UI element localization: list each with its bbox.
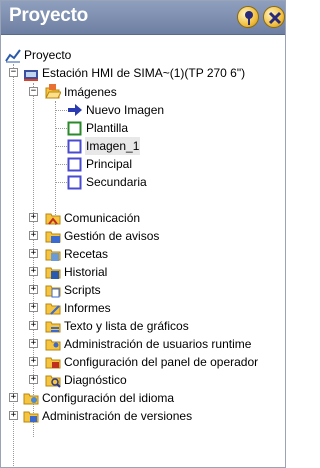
tree-item-historial[interactable]: + Historial [1, 263, 285, 281]
tree-item-plantilla[interactable]: Plantilla [1, 119, 285, 137]
tree-item-admin-usuarios[interactable]: + Administración de usuarios runtime [1, 335, 285, 353]
expand-toggle[interactable]: + [29, 213, 38, 222]
tree-item-nueva-imagen[interactable]: Nuevo Imagen [1, 101, 285, 119]
expand-toggle[interactable]: + [9, 411, 18, 420]
tree-item-config-idioma[interactable]: + Configuración del idioma [1, 389, 285, 407]
expand-toggle[interactable]: + [29, 249, 38, 258]
historical-folder-icon [45, 267, 61, 279]
expand-toggle[interactable]: + [29, 321, 38, 330]
tree-item-gestion-avisos[interactable]: + Gestión de avisos [1, 227, 285, 245]
scripts-folder-icon [45, 285, 61, 298]
panel-title: Proyecto [9, 5, 88, 26]
expand-toggle[interactable]: + [29, 303, 38, 312]
collapse-toggle[interactable]: − [29, 87, 38, 96]
pin-button[interactable] [237, 6, 259, 28]
project-tree: Proyecto − Estación HMI de SIMA~(1)(TP 2… [1, 34, 285, 467]
expand-toggle[interactable]: + [29, 339, 38, 348]
language-folder-icon [23, 393, 39, 405]
project-panel: Proyecto Proyecto − Estación HMI de SIMA… [0, 0, 286, 468]
users-folder-icon [45, 339, 61, 351]
tree-item-diagnostico[interactable]: + Diagnóstico [1, 371, 285, 389]
tree-item-proyecto[interactable]: Proyecto [1, 46, 285, 64]
collapse-toggle[interactable]: − [9, 68, 18, 77]
alarms-folder-icon [45, 231, 61, 243]
panel-config-folder-icon [45, 357, 61, 369]
tree-item-informes[interactable]: + Informes [1, 299, 285, 317]
expand-toggle[interactable]: + [29, 357, 38, 366]
tree-item-recetas[interactable]: + Recetas [1, 245, 285, 263]
tree-item-secundaria[interactable]: Secundaria [1, 173, 285, 191]
communication-folder-icon [45, 213, 61, 225]
tree-item-config-panel[interactable]: + Configuración del panel de operador [1, 353, 285, 371]
expand-toggle[interactable]: + [29, 375, 38, 384]
screen-icon [67, 139, 82, 154]
tree-item-admin-versiones[interactable]: + Administración de versiones [1, 407, 285, 425]
tree-item-textos-graficos[interactable]: + Texto y lista de gráficos [1, 317, 285, 335]
tree-item-imagen-1[interactable]: Imagen_1 [1, 137, 285, 155]
screen-icon [67, 157, 82, 172]
tree-item-scripts[interactable]: + Scripts [1, 281, 285, 299]
project-icon [5, 49, 21, 63]
close-icon [268, 11, 282, 25]
new-image-arrow-icon [68, 104, 82, 116]
versions-folder-icon [23, 411, 39, 423]
diagnostics-folder-icon [45, 375, 61, 388]
expand-toggle[interactable]: + [29, 267, 38, 276]
tree-item-imagenes[interactable]: − Imágenes [1, 83, 285, 101]
text-graphics-folder-icon [45, 321, 61, 333]
title-bar: Proyecto [1, 1, 285, 35]
expand-toggle[interactable]: + [29, 231, 38, 240]
recipes-folder-icon [45, 249, 61, 261]
open-folder-icon [45, 84, 61, 99]
template-screen-icon [67, 121, 82, 136]
pin-icon [245, 11, 253, 25]
expand-toggle[interactable]: + [9, 393, 18, 402]
screen-icon [67, 175, 82, 190]
close-button[interactable] [263, 6, 285, 28]
expand-toggle[interactable]: + [29, 285, 38, 294]
hmi-station-icon [24, 70, 38, 81]
reports-folder-icon [45, 303, 61, 315]
tree-item-station[interactable]: − Estación HMI de SIMA~(1)(TP 270 6") [1, 64, 285, 82]
tree-item-principal[interactable]: Principal [1, 155, 285, 173]
tree-item-comunicacion[interactable]: + Comunicación [1, 209, 285, 227]
